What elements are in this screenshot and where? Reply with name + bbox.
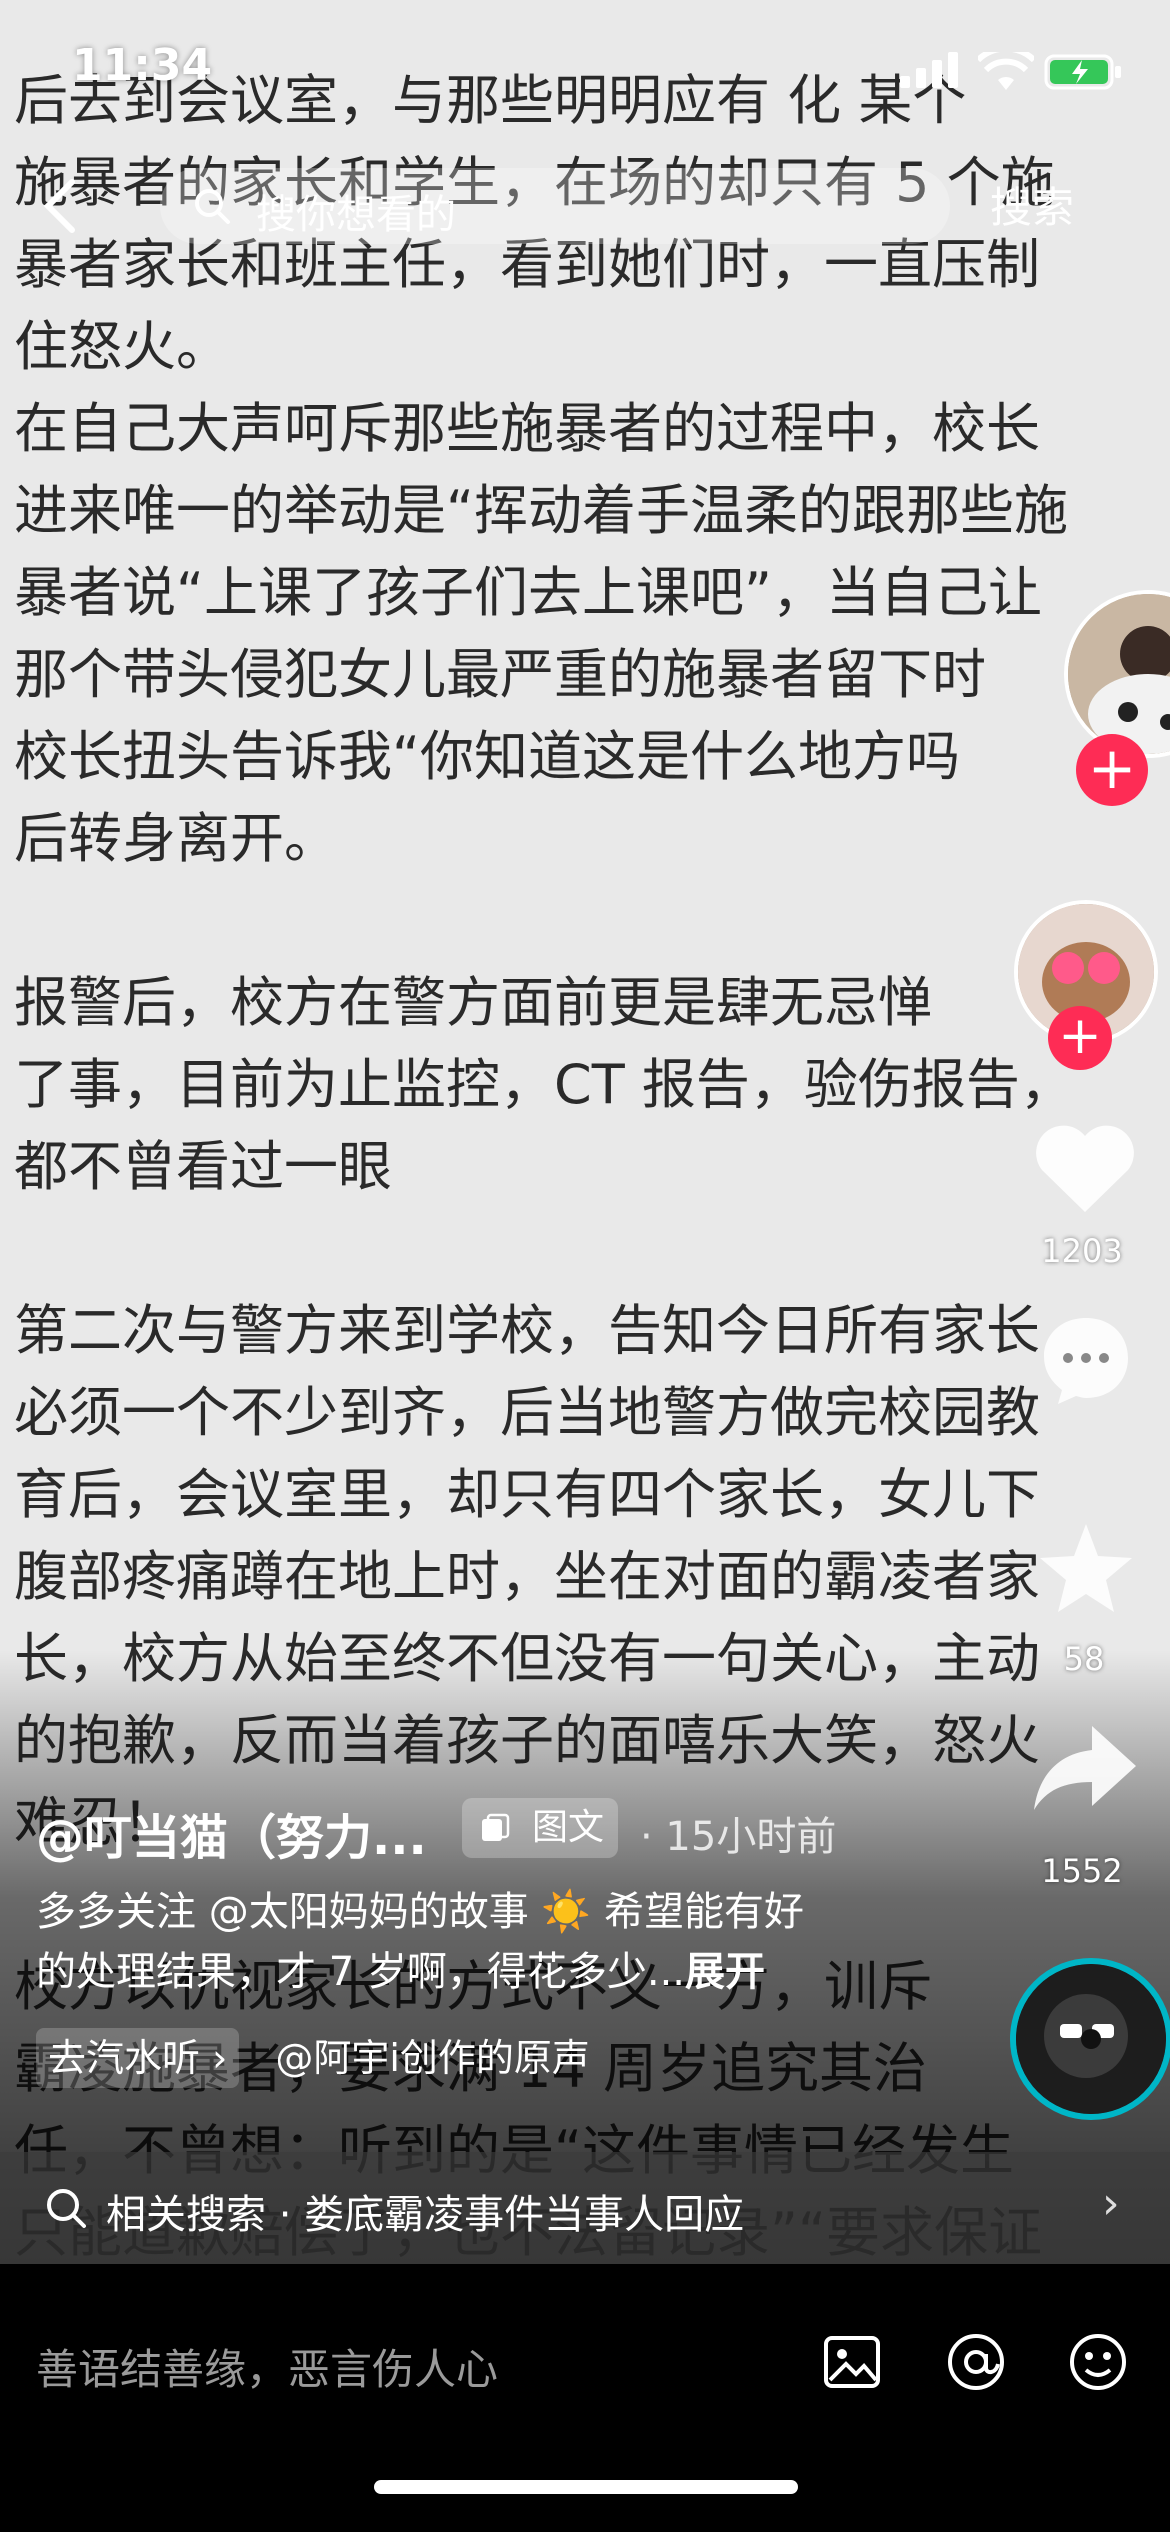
chevron-right-icon: › <box>1102 2178 1120 2229</box>
post-text-line: 暴者说“上课了孩子们去上课吧”，当自己让 <box>14 561 1042 624</box>
share-count: 1552 <box>1041 1852 1123 1890</box>
post-time: · 15小时前 <box>640 1814 837 1860</box>
search-input[interactable]: 搜你想看的 <box>160 168 950 244</box>
post-text-line: 第二次与警方来到学校，告知今日所有家长 <box>14 1299 1040 1362</box>
image-picker-icon[interactable] <box>820 2330 884 2394</box>
original-sound-label[interactable]: @阿宇i创作的原声 <box>275 2036 590 2080</box>
post-text-line: 校长扭头告诉我“你知道这是什么地方吗 <box>14 725 960 788</box>
related-search-text: 相关搜索 · 娄底霸凌事件当事人回应 <box>106 2192 745 2238</box>
search-button[interactable]: 搜索 <box>990 174 1074 235</box>
favorite-star-icon[interactable] <box>1036 1520 1136 1616</box>
related-search-bar[interactable]: 相关搜索 · 娄底霸凌事件当事人回应 › <box>0 2152 1170 2264</box>
favorite-count: 58 <box>1063 1640 1105 1678</box>
status-time: 11:34 <box>72 40 213 91</box>
author-name[interactable]: @叮当猫（努力... <box>36 1798 427 1868</box>
follow-author-button[interactable]: + <box>1076 734 1148 806</box>
image-post-icon <box>482 1813 510 1841</box>
post-text-line: 后转身离开。 <box>14 807 338 870</box>
back-button[interactable] <box>40 176 100 236</box>
post-text-line: 那个带头侵犯女儿最严重的施暴者留下时 <box>14 643 986 706</box>
post-text-line: 在自己大声呵斥那些施暴者的过程中，校长 <box>14 397 1040 460</box>
like-count: 1203 <box>1041 1232 1123 1270</box>
like-heart-icon[interactable] <box>1030 1120 1140 1220</box>
cellular-signal-icon <box>900 52 958 88</box>
post-text-line: 必须一个不少到齐，后当地警方做完校园教 <box>14 1381 1040 1444</box>
follow-button[interactable]: + <box>1048 1006 1112 1070</box>
app-screen: { "status_bar": { "time": "11:34" }, "se… <box>0 0 1170 2532</box>
description-line-1: 多多关注 @太阳妈妈的故事 ☀️ 希望能有好 <box>36 1889 804 1935</box>
post-text-line: 了事，目前为止监控，CT 报告，验伤报告， <box>14 1053 1074 1116</box>
post-text-line: 报警后，校方在警方面前更是肆无忌惮 <box>14 971 932 1034</box>
home-indicator[interactable] <box>374 2480 798 2494</box>
description-line-2: 的处理结果，才 7 岁啊，得花多少...展开 <box>36 1942 916 2002</box>
share-arrow-icon[interactable] <box>1030 1720 1140 1816</box>
emoji-icon[interactable] <box>1066 2330 1130 2394</box>
chevron-left-icon <box>43 179 75 233</box>
post-text-line: 腹部疼痛蹲在地上时，坐在对面的霸凌者家 <box>14 1545 1040 1608</box>
open-music-app-link[interactable]: 去汽水听 › <box>36 2028 240 2088</box>
post-text-line: 进来唯一的举动是“挥动着手温柔的跟那些施 <box>14 479 1068 542</box>
music-disc[interactable] <box>1010 1958 1170 2120</box>
search-icon <box>195 189 230 224</box>
post-description[interactable]: 多多关注 @太阳妈妈的故事 ☀️ 希望能有好 的处理结果，才 7 岁啊，得花多少… <box>36 1882 916 2002</box>
music-row: 去汽水听 › @阿宇i创作的原声 <box>36 2028 590 2088</box>
comment-bubble-icon[interactable] <box>1036 1310 1136 1410</box>
description-line-2-text: 的处理结果，才 7 岁啊，得花多少... <box>36 1949 686 1995</box>
mention-at-icon[interactable] <box>944 2330 1008 2394</box>
search-icon <box>47 2189 86 2228</box>
post-text-line <box>14 880 1134 962</box>
music-disc-cover <box>1016 1964 1166 2114</box>
expand-button[interactable]: 展开 <box>685 1949 765 1995</box>
post-type-label: 图文 <box>532 1807 605 1848</box>
wifi-icon <box>978 52 1034 90</box>
battery-icon <box>1044 54 1121 90</box>
post-text-line: 住怒火。 <box>14 315 230 378</box>
search-placeholder: 搜你想看的 <box>256 192 456 238</box>
post-text-line: 都不曾看过一眼 <box>14 1135 392 1198</box>
post-text-line <box>14 1208 1134 1290</box>
comment-input[interactable]: 善语结善缘，恶言伤人心 <box>36 2336 498 2397</box>
post-text-line: 育后，会议室里，却只有四个家长，女儿下 <box>14 1463 1040 1526</box>
post-type-badge: 图文 <box>462 1798 618 1858</box>
status-bar: 11:34 <box>0 0 1170 150</box>
